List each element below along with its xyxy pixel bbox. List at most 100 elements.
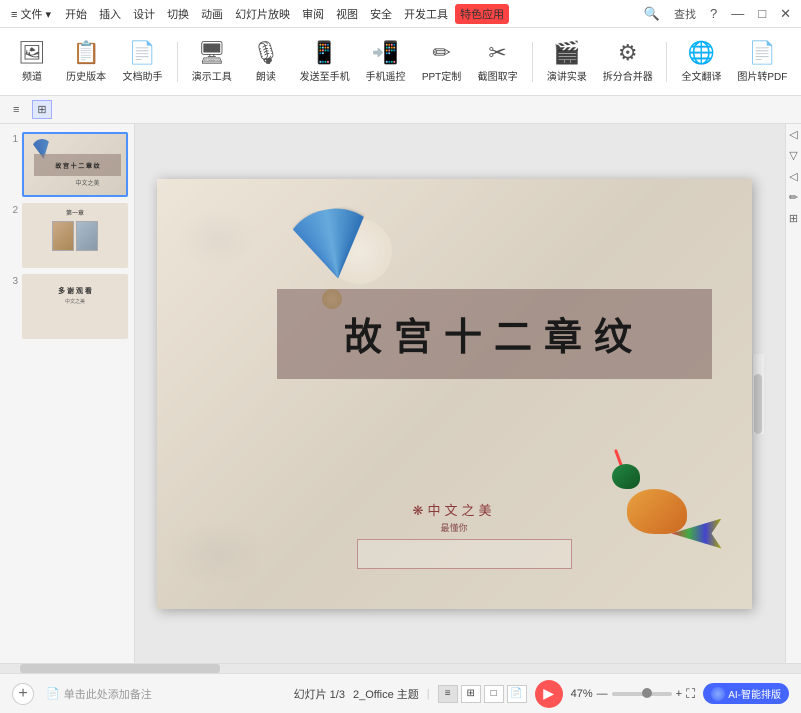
history-icon: 📋 bbox=[72, 40, 99, 66]
tool-img2pdf[interactable]: 📄 图片转PDF bbox=[732, 36, 793, 87]
zoom-slider-thumb bbox=[642, 688, 652, 698]
thumb3-title: 多 谢 观 看 bbox=[24, 286, 126, 296]
sep3 bbox=[666, 42, 667, 82]
tool-read[interactable]: 🎙 朗读 bbox=[242, 36, 290, 87]
slides-panel: 1 故 宫 十 二 章 纹 中文之美 2 第一章 bbox=[0, 124, 135, 663]
bird-head bbox=[612, 464, 640, 489]
list-view-btn[interactable]: ≡ bbox=[8, 101, 24, 119]
add-slide-button[interactable]: + bbox=[12, 683, 34, 705]
right-tool-4[interactable]: ✏ bbox=[789, 191, 798, 204]
tool-channel[interactable]: 🖼 频道 bbox=[8, 36, 56, 87]
slide-num-3: 3 bbox=[6, 276, 18, 287]
tool-screenshot[interactable]: ✂ 截图取字 bbox=[471, 36, 523, 87]
slide-canvas[interactable]: 故宫十二章纹 ❋中文之美 最懂你 bbox=[157, 179, 752, 609]
slide-thumb-2[interactable]: 2 第一章 bbox=[6, 203, 128, 268]
record-label: 演讲实录 bbox=[547, 68, 587, 83]
h-scrollbar-thumb[interactable] bbox=[20, 664, 220, 673]
deco-cloud2 bbox=[167, 519, 267, 589]
close-icon[interactable]: ✕ bbox=[776, 4, 795, 24]
img2pdf-icon: 📄 bbox=[749, 40, 776, 66]
main-toolbar: 🖼 频道 📋 历史版本 📄 文档助手 🖥 演示工具 🎙 朗读 📱 发送至手机 📲… bbox=[0, 28, 801, 96]
tool-presentation[interactable]: 🖥 演示工具 bbox=[186, 36, 238, 87]
screenshot-label: 截图取字 bbox=[478, 68, 518, 83]
fullscreen-icon[interactable]: ⛶ bbox=[686, 686, 695, 702]
slide-num-1: 1 bbox=[6, 134, 18, 145]
translate-label: 全文翻译 bbox=[682, 68, 722, 83]
menu-view[interactable]: 视图 bbox=[331, 4, 363, 24]
minimize-icon[interactable]: — bbox=[727, 4, 748, 23]
view-btn-present[interactable]: □ bbox=[484, 685, 504, 703]
help-icon[interactable]: ? bbox=[706, 4, 721, 23]
zoom-minus[interactable]: — bbox=[597, 688, 608, 700]
thumb2-img2 bbox=[76, 221, 98, 251]
tool-sendphone[interactable]: 📱 发送至手机 bbox=[294, 36, 355, 87]
play-button[interactable]: ▶ bbox=[535, 680, 563, 708]
read-label: 朗读 bbox=[256, 68, 276, 83]
zoom-plus[interactable]: + bbox=[676, 688, 682, 700]
zoom-area: 47% — + ⛶ bbox=[571, 686, 696, 702]
menu-special[interactable]: 特色应用 bbox=[455, 4, 509, 24]
sep2 bbox=[532, 42, 533, 82]
file-menu[interactable]: ≡ 文件 ▾ bbox=[6, 4, 56, 24]
view-btn-notes[interactable]: 📄 bbox=[507, 685, 527, 703]
remote-label: 手机遥控 bbox=[365, 68, 405, 83]
note-icon: 📄 bbox=[46, 687, 60, 700]
slide-thumb-3[interactable]: 3 多 谢 观 看 中文之美 bbox=[6, 274, 128, 339]
menu-start[interactable]: 开始 bbox=[60, 4, 92, 24]
zoom-value: 47% bbox=[571, 688, 593, 700]
menu-bar: 开始 插入 设计 切换 动画 幻灯片放映 审阅 视图 安全 开发工具 特色应用 bbox=[60, 4, 509, 24]
vertical-scrollbar[interactable] bbox=[752, 354, 764, 434]
menu-transition[interactable]: 切换 bbox=[162, 4, 194, 24]
slide-input-box[interactable] bbox=[357, 539, 572, 569]
menu-security[interactable]: 安全 bbox=[365, 4, 397, 24]
maximize-icon[interactable]: □ bbox=[754, 4, 770, 23]
thumb1-title: 故 宫 十 二 章 纹 bbox=[34, 154, 121, 176]
tool-history[interactable]: 📋 历史版本 bbox=[60, 36, 112, 87]
remote-icon: 📲 bbox=[372, 40, 399, 66]
scrollbar-thumb[interactable] bbox=[754, 374, 762, 434]
tool-merger[interactable]: ⚙ 拆分合并器 bbox=[597, 36, 658, 87]
history-label: 历史版本 bbox=[66, 68, 106, 83]
right-tool-3[interactable]: ◁ bbox=[789, 170, 797, 183]
right-tool-5[interactable]: ⊞ bbox=[789, 212, 798, 225]
menu-insert[interactable]: 插入 bbox=[94, 4, 126, 24]
slide-preview-2[interactable]: 第一章 bbox=[22, 203, 128, 268]
slide-title-text: 故宫十二章纹 bbox=[344, 306, 644, 361]
slide-preview-1[interactable]: 故 宫 十 二 章 纹 中文之美 bbox=[22, 132, 128, 197]
menu-review[interactable]: 审阅 bbox=[297, 4, 329, 24]
view-btn-normal[interactable]: ≡ bbox=[438, 685, 458, 703]
ai-button[interactable]: AI-智能排版 bbox=[703, 683, 789, 704]
slide-thumb-1[interactable]: 1 故 宫 十 二 章 纹 中文之美 bbox=[6, 132, 128, 197]
right-tool-1[interactable]: ◁ bbox=[789, 128, 797, 141]
slide-preview-3[interactable]: 多 谢 观 看 中文之美 bbox=[22, 274, 128, 339]
status-bar: + 📄 单击此处添加备注 幻灯片 1/3 2_Office 主题 | ≡ ⊞ □… bbox=[0, 673, 801, 713]
note-placeholder[interactable]: 单击此处添加备注 bbox=[64, 686, 152, 702]
slide-info: 幻灯片 1/3 bbox=[294, 686, 345, 702]
translate-icon: 🌐 bbox=[688, 40, 715, 66]
grid-view-btn[interactable]: ⊞ bbox=[32, 100, 51, 119]
deco-cloud1 bbox=[177, 209, 257, 269]
search-icon[interactable]: 🔍 bbox=[640, 4, 664, 24]
menu-animation[interactable]: 动画 bbox=[196, 4, 228, 24]
tool-translate[interactable]: 🌐 全文翻译 bbox=[675, 36, 727, 87]
tool-docassist[interactable]: 📄 文档助手 bbox=[116, 36, 168, 87]
tool-pptcustom[interactable]: ✏ PPT定制 bbox=[416, 36, 468, 87]
right-panel: ◁ ▽ ◁ ✏ ⊞ bbox=[785, 124, 801, 663]
slide-preview-inner-3: 多 谢 观 看 中文之美 bbox=[24, 286, 126, 339]
horizontal-scrollbar[interactable] bbox=[0, 663, 801, 673]
search-label[interactable]: 查找 bbox=[670, 4, 700, 24]
title-bar-left: ≡ 文件 ▾ 开始 插入 设计 切换 动画 幻灯片放映 审阅 视图 安全 开发工… bbox=[6, 4, 640, 24]
tool-remote[interactable]: 📲 手机遥控 bbox=[359, 36, 411, 87]
menu-design[interactable]: 设计 bbox=[128, 4, 160, 24]
menu-developer[interactable]: 开发工具 bbox=[399, 4, 453, 24]
menu-slideshow[interactable]: 幻灯片放映 bbox=[230, 4, 295, 24]
title-icons: 🔍 查找 ? — □ ✕ bbox=[640, 4, 795, 24]
docassist-label: 文档助手 bbox=[123, 68, 163, 83]
view-btn-grid[interactable]: ⊞ bbox=[461, 685, 481, 703]
theme-info: 2_Office 主题 bbox=[353, 686, 419, 702]
screenshot-icon: ✂ bbox=[488, 40, 506, 66]
right-tool-2[interactable]: ▽ bbox=[789, 149, 797, 162]
tool-record[interactable]: 🎬 演讲实录 bbox=[541, 36, 593, 87]
bird-decoration bbox=[612, 444, 722, 554]
zoom-slider[interactable] bbox=[612, 692, 672, 696]
